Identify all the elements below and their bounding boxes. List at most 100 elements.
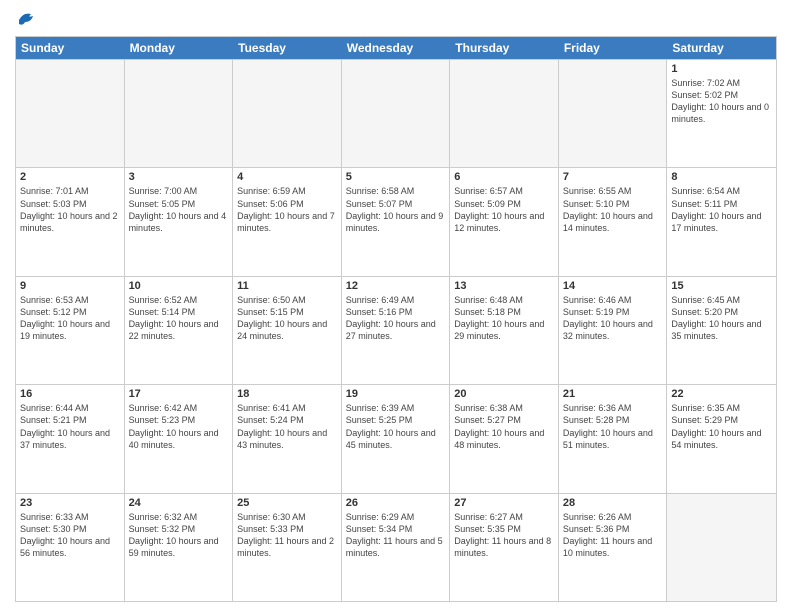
- day-info: Sunrise: 6:42 AM Sunset: 5:23 PM Dayligh…: [129, 402, 229, 451]
- day-number: 14: [563, 280, 663, 292]
- calendar-row-0: 1Sunrise: 7:02 AM Sunset: 5:02 PM Daylig…: [16, 59, 776, 167]
- day-number: 22: [671, 388, 772, 400]
- calendar: SundayMondayTuesdayWednesdayThursdayFrid…: [15, 36, 777, 602]
- day-cell-18: 18 Sunrise: 6:41 AM Sunset: 5:24 PM Dayli…: [233, 385, 342, 492]
- calendar-row-1: 2Sunrise: 7:01 AM Sunset: 5:03 PM Daylig…: [16, 167, 776, 275]
- day-number: 24: [129, 497, 229, 509]
- day-info: Sunrise: 6:41 AM Sunset: 5:24 PM Dayligh…: [237, 402, 337, 451]
- day-info: Sunrise: 6:35 AM Sunset: 5:29 PM Dayligh…: [671, 402, 772, 451]
- day-info: Sunrise: 6:30 AM Sunset: 5:33 PM Dayligh…: [237, 511, 337, 560]
- day-number: 13: [454, 280, 554, 292]
- day-cell-7: 7 Sunrise: 6:55 AM Sunset: 5:10 PM Daylig…: [559, 168, 668, 275]
- day-info: Sunrise: 6:57 AM Sunset: 5:09 PM Dayligh…: [454, 185, 554, 234]
- day-info: Sunrise: 6:52 AM Sunset: 5:14 PM Dayligh…: [129, 294, 229, 343]
- day-cell-1: 1Sunrise: 7:02 AM Sunset: 5:02 PM Daylig…: [667, 60, 776, 167]
- empty-cell: [342, 60, 451, 167]
- day-info: Sunrise: 6:45 AM Sunset: 5:20 PM Dayligh…: [671, 294, 772, 343]
- day-cell-17: 17Sunrise: 6:42 AM Sunset: 5:23 PM Dayli…: [125, 385, 234, 492]
- day-info: Sunrise: 6:54 AM Sunset: 5:11 PM Dayligh…: [671, 185, 772, 234]
- header: [15, 10, 777, 28]
- day-number: 12: [346, 280, 446, 292]
- day-cell-11: 11 Sunrise: 6:50 AM Sunset: 5:15 PM Dayli…: [233, 277, 342, 384]
- day-number: 6: [454, 171, 554, 183]
- day-cell-12: 12 Sunrise: 6:49 AM Sunset: 5:16 PM Dayli…: [342, 277, 451, 384]
- day-number: 19: [346, 388, 446, 400]
- day-cell-24: 24 Sunrise: 6:32 AM Sunset: 5:32 PM Dayli…: [125, 494, 234, 601]
- day-cell-19: 19 Sunrise: 6:39 AM Sunset: 5:25 PM Dayli…: [342, 385, 451, 492]
- page: SundayMondayTuesdayWednesdayThursdayFrid…: [0, 0, 792, 612]
- day-number: 5: [346, 171, 446, 183]
- day-number: 23: [20, 497, 120, 509]
- day-cell-16: 16Sunrise: 6:44 AM Sunset: 5:21 PM Dayli…: [16, 385, 125, 492]
- day-info: Sunrise: 6:39 AM Sunset: 5:25 PM Dayligh…: [346, 402, 446, 451]
- day-info: Sunrise: 6:32 AM Sunset: 5:32 PM Dayligh…: [129, 511, 229, 560]
- calendar-row-4: 23 Sunrise: 6:33 AM Sunset: 5:30 PM Dayli…: [16, 493, 776, 601]
- weekday-header-wednesday: Wednesday: [342, 37, 451, 59]
- day-cell-22: 22 Sunrise: 6:35 AM Sunset: 5:29 PM Dayli…: [667, 385, 776, 492]
- day-cell-9: 9 Sunrise: 6:53 AM Sunset: 5:12 PM Daylig…: [16, 277, 125, 384]
- day-cell-13: 13Sunrise: 6:48 AM Sunset: 5:18 PM Dayli…: [450, 277, 559, 384]
- day-info: Sunrise: 6:53 AM Sunset: 5:12 PM Dayligh…: [20, 294, 120, 343]
- day-number: 20: [454, 388, 554, 400]
- day-info: Sunrise: 6:29 AM Sunset: 5:34 PM Dayligh…: [346, 511, 446, 560]
- day-cell-8: 8Sunrise: 6:54 AM Sunset: 5:11 PM Daylig…: [667, 168, 776, 275]
- day-cell-26: 26 Sunrise: 6:29 AM Sunset: 5:34 PM Dayli…: [342, 494, 451, 601]
- day-number: 9: [20, 280, 120, 292]
- day-cell-14: 14Sunrise: 6:46 AM Sunset: 5:19 PM Dayli…: [559, 277, 668, 384]
- day-number: 3: [129, 171, 229, 183]
- day-cell-4: 4 Sunrise: 6:59 AM Sunset: 5:06 PM Daylig…: [233, 168, 342, 275]
- empty-cell: [559, 60, 668, 167]
- day-cell-23: 23 Sunrise: 6:33 AM Sunset: 5:30 PM Dayli…: [16, 494, 125, 601]
- day-number: 11: [237, 280, 337, 292]
- day-number: 21: [563, 388, 663, 400]
- day-cell-6: 6 Sunrise: 6:57 AM Sunset: 5:09 PM Daylig…: [450, 168, 559, 275]
- day-cell-3: 3 Sunrise: 7:00 AM Sunset: 5:05 PM Daylig…: [125, 168, 234, 275]
- day-info: Sunrise: 6:26 AM Sunset: 5:36 PM Dayligh…: [563, 511, 663, 560]
- logo: [15, 10, 37, 28]
- weekday-header-tuesday: Tuesday: [233, 37, 342, 59]
- day-number: 10: [129, 280, 229, 292]
- day-number: 15: [671, 280, 772, 292]
- weekday-header-sunday: Sunday: [16, 37, 125, 59]
- empty-cell: [667, 494, 776, 601]
- day-info: Sunrise: 6:59 AM Sunset: 5:06 PM Dayligh…: [237, 185, 337, 234]
- empty-cell: [125, 60, 234, 167]
- day-number: 27: [454, 497, 554, 509]
- day-cell-27: 27 Sunrise: 6:27 AM Sunset: 5:35 PM Dayli…: [450, 494, 559, 601]
- empty-cell: [16, 60, 125, 167]
- day-info: Sunrise: 6:36 AM Sunset: 5:28 PM Dayligh…: [563, 402, 663, 451]
- calendar-row-3: 16Sunrise: 6:44 AM Sunset: 5:21 PM Dayli…: [16, 384, 776, 492]
- day-cell-20: 20 Sunrise: 6:38 AM Sunset: 5:27 PM Dayli…: [450, 385, 559, 492]
- day-number: 1: [671, 63, 772, 75]
- day-info: Sunrise: 6:27 AM Sunset: 5:35 PM Dayligh…: [454, 511, 554, 560]
- day-info: Sunrise: 7:00 AM Sunset: 5:05 PM Dayligh…: [129, 185, 229, 234]
- day-info: Sunrise: 6:49 AM Sunset: 5:16 PM Dayligh…: [346, 294, 446, 343]
- logo-bird-icon: [17, 10, 37, 28]
- empty-cell: [233, 60, 342, 167]
- day-cell-25: 25 Sunrise: 6:30 AM Sunset: 5:33 PM Dayli…: [233, 494, 342, 601]
- day-number: 26: [346, 497, 446, 509]
- day-cell-28: 28 Sunrise: 6:26 AM Sunset: 5:36 PM Dayli…: [559, 494, 668, 601]
- calendar-header: SundayMondayTuesdayWednesdayThursdayFrid…: [16, 37, 776, 59]
- day-cell-15: 15 Sunrise: 6:45 AM Sunset: 5:20 PM Dayli…: [667, 277, 776, 384]
- day-info: Sunrise: 6:55 AM Sunset: 5:10 PM Dayligh…: [563, 185, 663, 234]
- day-number: 18: [237, 388, 337, 400]
- weekday-header-thursday: Thursday: [450, 37, 559, 59]
- weekday-header-friday: Friday: [559, 37, 668, 59]
- day-number: 16: [20, 388, 120, 400]
- day-cell-21: 21 Sunrise: 6:36 AM Sunset: 5:28 PM Dayli…: [559, 385, 668, 492]
- empty-cell: [450, 60, 559, 167]
- day-info: Sunrise: 7:01 AM Sunset: 5:03 PM Dayligh…: [20, 185, 120, 234]
- weekday-header-saturday: Saturday: [667, 37, 776, 59]
- weekday-header-monday: Monday: [125, 37, 234, 59]
- day-number: 7: [563, 171, 663, 183]
- day-cell-5: 5Sunrise: 6:58 AM Sunset: 5:07 PM Daylig…: [342, 168, 451, 275]
- day-info: Sunrise: 6:33 AM Sunset: 5:30 PM Dayligh…: [20, 511, 120, 560]
- calendar-body: 1Sunrise: 7:02 AM Sunset: 5:02 PM Daylig…: [16, 59, 776, 601]
- day-number: 25: [237, 497, 337, 509]
- day-number: 28: [563, 497, 663, 509]
- day-number: 4: [237, 171, 337, 183]
- day-info: Sunrise: 6:38 AM Sunset: 5:27 PM Dayligh…: [454, 402, 554, 451]
- calendar-row-2: 9 Sunrise: 6:53 AM Sunset: 5:12 PM Daylig…: [16, 276, 776, 384]
- day-info: Sunrise: 6:50 AM Sunset: 5:15 PM Dayligh…: [237, 294, 337, 343]
